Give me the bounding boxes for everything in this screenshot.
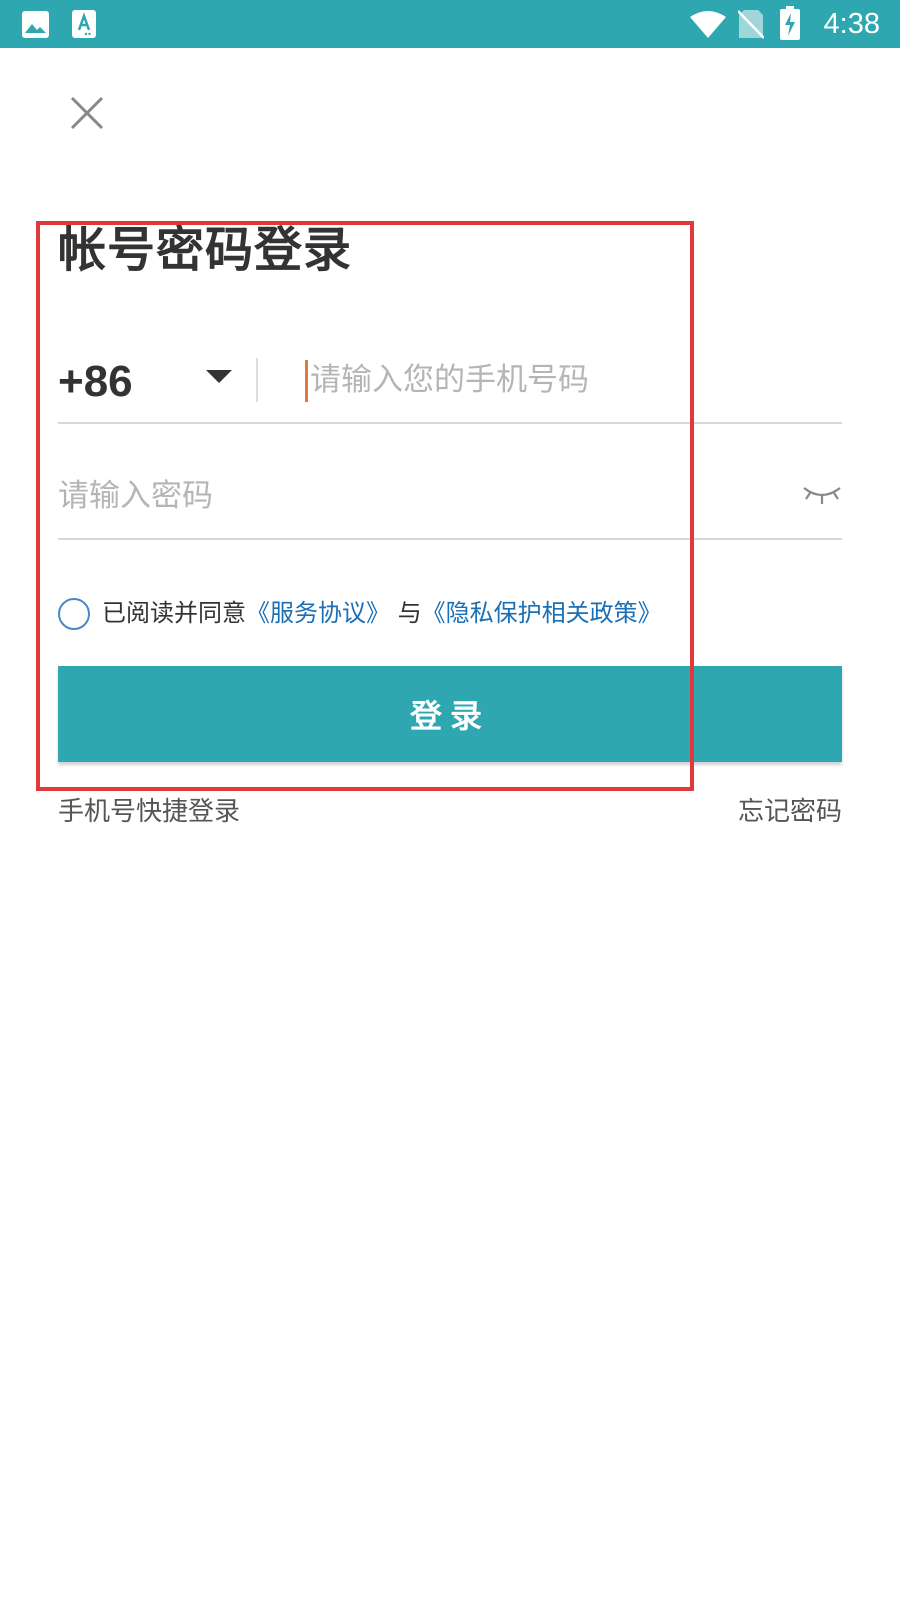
agreement-row: 已阅读并同意《服务协议》 与《隐私保护相关政策》 [58,596,842,632]
status-time: 4:38 [823,8,880,40]
quick-login-link[interactable]: 手机号快捷登录 [58,794,240,830]
page-title: 帐号密码登录 [58,222,353,278]
battery-charging-icon [780,6,800,40]
agreement-text: 已阅读并同意《服务协议》 与《隐私保护相关政策》 [102,596,662,630]
forgot-password-link[interactable]: 忘记密码 [738,794,842,830]
agreement-connector: 与 [390,599,422,627]
chevron-down-icon[interactable] [199,364,239,394]
image-icon [22,11,49,38]
service-agreement-link[interactable]: 《服务协议》 [246,599,390,627]
country-code-value: +86 [58,357,133,402]
eye-closed-icon[interactable] [802,482,842,508]
agreement-prefix: 已阅读并同意 [102,599,246,627]
divider [256,358,258,402]
close-icon[interactable] [62,88,114,140]
no-sim-icon [738,10,764,39]
privacy-policy-link[interactable]: 《隐私保护相关政策》 [422,599,662,627]
text-cursor [305,360,308,402]
agreement-checkbox[interactable] [58,598,90,630]
phone-row: +86 [58,340,842,424]
wifi-icon [690,11,726,38]
password-row [58,456,842,540]
status-bar: 4:38 [0,0,900,48]
phone-number-input[interactable] [306,350,830,410]
login-button[interactable]: 登录 [58,666,842,762]
font-download-icon [72,10,96,38]
password-input[interactable] [58,466,758,526]
